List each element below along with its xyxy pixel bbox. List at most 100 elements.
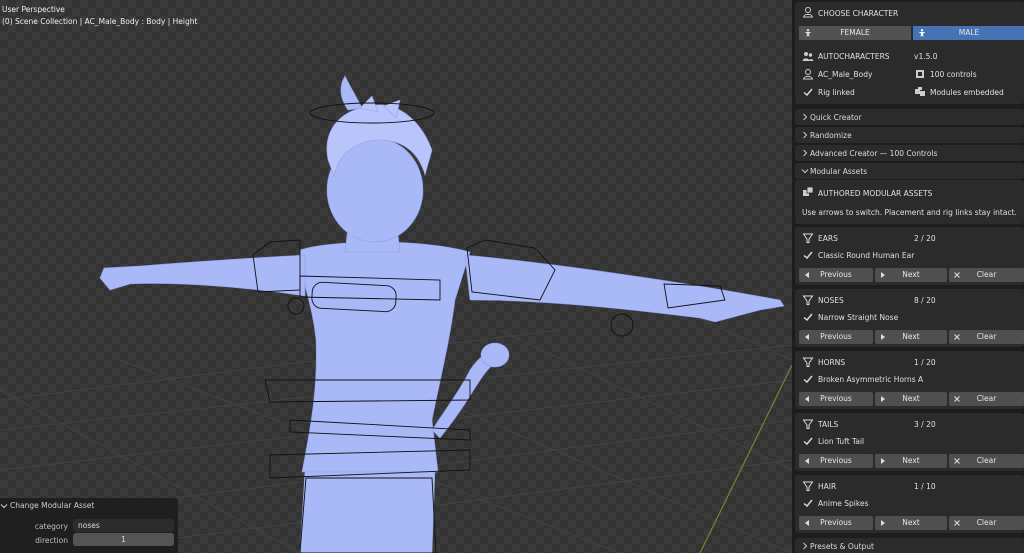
funnel-icon <box>802 481 814 491</box>
funnel-icon <box>802 419 814 429</box>
close-icon <box>954 334 960 340</box>
category-name: HAIR <box>818 482 837 491</box>
funnel-icon <box>802 233 814 243</box>
next-label: Next <box>902 332 920 341</box>
previous-button[interactable]: Previous <box>799 516 873 530</box>
addon-version: v1.5.0 <box>914 52 938 61</box>
category-label: category <box>34 522 68 531</box>
previous-label: Previous <box>820 518 852 527</box>
check-icon <box>803 88 813 96</box>
3d-viewport[interactable]: User Perspective (0) Scene Collection | … <box>0 0 792 553</box>
section-label: Advanced Creator — 100 Controls <box>810 149 938 158</box>
funnel-icon <box>802 295 814 305</box>
check-icon <box>803 313 813 321</box>
section-quick-creator[interactable]: Quick Creator <box>795 109 1024 125</box>
modular-header: AUTHORED MODULAR ASSETS <box>818 189 933 198</box>
category-name: HORNS <box>818 358 846 367</box>
category-count: 8 / 20 <box>914 296 936 305</box>
category-count: 1 / 20 <box>914 358 936 367</box>
section-modular-assets[interactable]: Modular Assets <box>795 163 1024 179</box>
triangle-left-icon <box>805 458 809 464</box>
next-label: Next <box>902 456 920 465</box>
user-icon <box>802 69 814 80</box>
asset-category-tails: TAILS 3 / 20 Lion Tuft Tail Previous Nex… <box>795 413 1024 471</box>
next-label: Next <box>902 394 920 403</box>
funnel-icon <box>802 357 814 367</box>
previous-button[interactable]: Previous <box>799 330 873 344</box>
section-randomize[interactable]: Randomize <box>795 127 1024 143</box>
chevron-right-icon <box>803 113 808 121</box>
triangle-left-icon <box>805 334 809 340</box>
selected-asset-name: Lion Tuft Tail <box>818 437 865 446</box>
choose-character-label: CHOOSE CHARACTER <box>818 9 899 18</box>
operator-field-direction: direction 1 <box>0 533 178 547</box>
character-body <box>99 75 785 553</box>
close-icon <box>954 272 960 278</box>
triangle-right-icon <box>881 458 885 464</box>
previous-label: Previous <box>820 456 852 465</box>
y-axis-line <box>699 364 792 553</box>
previous-button[interactable]: Previous <box>799 454 873 468</box>
figure-icon <box>804 29 812 37</box>
section-label: Quick Creator <box>810 113 862 122</box>
category-name: TAILS <box>818 420 839 429</box>
modular-hint: Use arrows to switch. Placement and rig … <box>802 208 1017 217</box>
section-label: Presets & Output <box>810 542 874 551</box>
direction-input[interactable]: 1 <box>73 533 174 546</box>
category-count: 3 / 20 <box>914 420 936 429</box>
check-icon <box>803 499 813 507</box>
viewport-collection-label: (0) Scene Collection | AC_Male_Body : Bo… <box>2 17 198 26</box>
clear-button[interactable]: Clear <box>949 454 1024 468</box>
chevron-down-icon <box>801 169 809 174</box>
clear-label: Clear <box>976 518 997 527</box>
next-button[interactable]: Next <box>875 392 947 406</box>
modules-status: Modules embedded <box>930 88 1004 97</box>
next-button[interactable]: Next <box>875 268 947 282</box>
previous-label: Previous <box>820 270 852 279</box>
scene-render <box>0 75 792 553</box>
category-input[interactable]: noses <box>73 519 174 532</box>
next-label: Next <box>902 270 920 279</box>
next-button[interactable]: Next <box>875 330 947 344</box>
asset-category-ears: EARS 2 / 20 Classic Round Human Ear Prev… <box>795 227 1024 285</box>
check-icon <box>803 375 813 383</box>
next-button[interactable]: Next <box>875 454 947 468</box>
controls-count: 100 controls <box>930 70 977 79</box>
triangle-left-icon <box>805 396 809 402</box>
rig-status: Rig linked <box>818 88 855 97</box>
operator-panel-title[interactable]: Change Modular Asset <box>10 501 94 510</box>
previous-button[interactable]: Previous <box>799 268 873 282</box>
male-button[interactable]: MALE <box>913 26 1024 40</box>
selected-asset-name: Narrow Straight Nose <box>818 313 899 322</box>
clear-label: Clear <box>976 270 997 279</box>
triangle-right-icon <box>881 334 885 340</box>
selected-asset-name: Broken Asymmetric Horns A <box>818 375 924 384</box>
triangle-left-icon <box>805 520 809 526</box>
section-presets-output[interactable]: Presets & Output <box>795 538 1024 553</box>
chevron-right-icon <box>803 542 808 550</box>
previous-label: Previous <box>820 394 852 403</box>
triangle-right-icon <box>881 396 885 402</box>
gender-selector: FEMALE MALE <box>799 26 1024 40</box>
body-name: AC_Male_Body <box>818 70 873 79</box>
category-name: EARS <box>818 234 838 243</box>
clear-button[interactable]: Clear <box>949 392 1024 406</box>
viewport-perspective-label: User Perspective <box>2 5 65 14</box>
asset-category-noses: NOSES 8 / 20 Narrow Straight Nose Previo… <box>795 289 1024 347</box>
next-button[interactable]: Next <box>875 516 947 530</box>
section-advanced-creator[interactable]: Advanced Creator — 100 Controls <box>795 145 1024 161</box>
check-icon <box>803 437 813 445</box>
triangle-right-icon <box>881 272 885 278</box>
clear-button[interactable]: Clear <box>949 268 1024 282</box>
clear-button[interactable]: Clear <box>949 516 1024 530</box>
triangle-right-icon <box>881 520 885 526</box>
female-button[interactable]: FEMALE <box>799 26 911 40</box>
operator-redo-panel: Change Modular Asset category noses dire… <box>0 498 178 553</box>
previous-button[interactable]: Previous <box>799 392 873 406</box>
mesh-icon <box>916 70 924 78</box>
chevron-down-icon[interactable] <box>0 502 8 510</box>
section-label: Modular Assets <box>810 167 868 176</box>
selected-asset-name: Classic Round Human Ear <box>818 251 915 260</box>
clear-button[interactable]: Clear <box>949 330 1024 344</box>
choose-character-box: CHOOSE CHARACTER FEMALE MALE AUTOCHARACT… <box>795 2 1024 104</box>
